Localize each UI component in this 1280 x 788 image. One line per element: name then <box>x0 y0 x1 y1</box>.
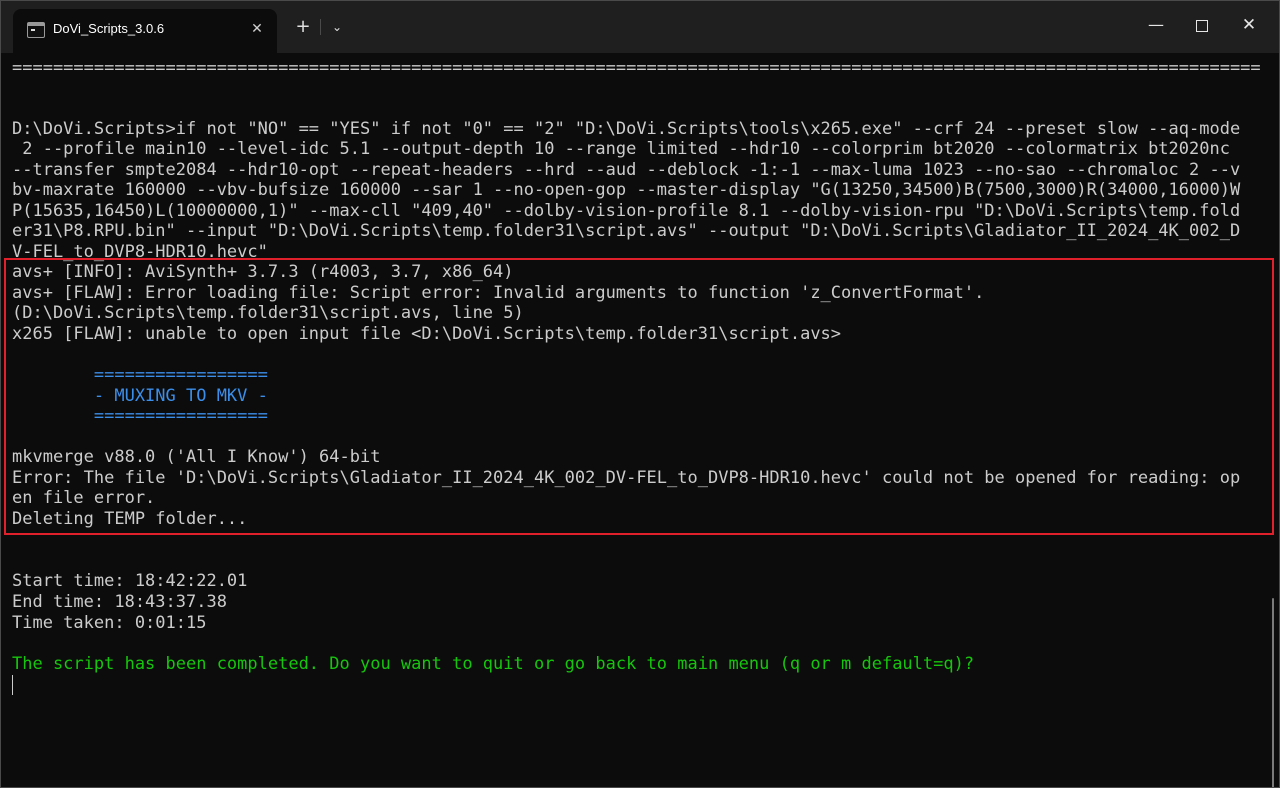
close-window-button[interactable]: ✕ <box>1226 7 1272 43</box>
error-highlight-box <box>4 258 1274 535</box>
start-time-line: Start time: 18:42:22.01 <box>12 571 248 591</box>
command-line: P(15635,16450)L(10000000,1)" --max-cll "… <box>12 201 1241 221</box>
command-line: bv-maxrate 160000 --vbv-bufsize 160000 -… <box>12 180 1241 200</box>
completion-prompt: The script has been completed. Do you wa… <box>12 654 975 674</box>
command-line: --transfer smpte2084 --hdr10-opt --repea… <box>12 160 1241 180</box>
separator-line: ========================================… <box>12 58 1261 78</box>
terminal-output[interactable]: ========================================… <box>1 53 1279 787</box>
command-line: D:\DoVi.Scripts>if not "NO" == "YES" if … <box>12 119 1241 139</box>
tab-dropdown-button[interactable]: ⌄ <box>323 13 351 41</box>
tab-separator <box>320 19 321 35</box>
command-line: er31\P8.RPU.bin" --input "D:\DoVi.Script… <box>12 221 1241 241</box>
command-line: 2 --profile main10 --level-idc 5.1 --out… <box>12 139 1230 159</box>
maximize-button[interactable] <box>1179 7 1225 43</box>
minimize-button[interactable]: — <box>1133 7 1179 43</box>
terminal-window: DoVi_Scripts_3.0.6 ✕ + ⌄ — ✕ ===========… <box>0 0 1280 788</box>
end-time-line: End time: 18:43:37.38 <box>12 592 227 612</box>
time-taken-line: Time taken: 0:01:15 <box>12 613 207 633</box>
terminal-icon <box>27 22 45 38</box>
title-bar: DoVi_Scripts_3.0.6 ✕ + ⌄ — ✕ <box>1 1 1279 53</box>
new-tab-button[interactable]: + <box>289 13 317 41</box>
maximize-icon <box>1196 19 1208 32</box>
scrollbar[interactable] <box>1272 598 1274 787</box>
terminal-tab[interactable]: DoVi_Scripts_3.0.6 ✕ <box>13 9 277 53</box>
tab-title: DoVi_Scripts_3.0.6 <box>53 21 165 36</box>
tab-close-button[interactable]: ✕ <box>247 19 267 39</box>
text-cursor <box>12 675 13 695</box>
